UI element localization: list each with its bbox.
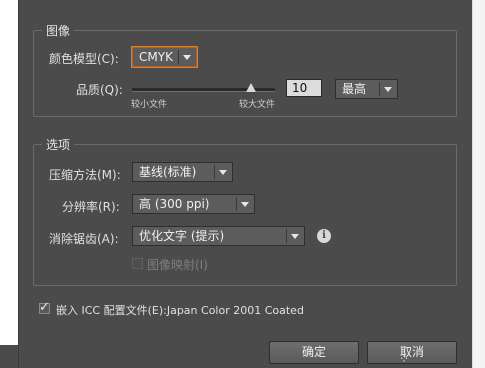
compression-label: 压缩方法(M): — [49, 168, 121, 182]
jpeg-options-dialog: 图像 颜色模型(C): CMYK 品质(Q): 10 最高 较小文件 较大文件 … — [18, 0, 474, 368]
ok-button[interactable]: 确定 — [269, 341, 359, 364]
chevron-down-icon — [291, 234, 299, 239]
resolution-label: 分辨率(R): — [62, 200, 120, 214]
dropdown-separator — [178, 50, 179, 64]
dropdown-separator — [236, 197, 237, 211]
dropdown-separator — [286, 229, 287, 243]
color-model-dropdown[interactable]: CMYK — [132, 47, 197, 67]
quality-preset-value: 最高 — [342, 82, 367, 96]
scrollbar-area — [472, 0, 485, 368]
antialias-value: 优化文字 (提示) — [139, 229, 225, 243]
quality-min-label: 较小文件 — [131, 100, 168, 110]
chevron-down-icon — [183, 55, 191, 60]
compression-dropdown[interactable]: 基线(标准) — [132, 162, 233, 182]
embed-icc-label[interactable]: 嵌入 ICC 配置文件(E):Japan Color 2001 Coated — [56, 302, 304, 318]
checkmark-icon: ✓ — [39, 300, 50, 315]
color-model-value: CMYK — [139, 50, 173, 64]
chevron-down-icon — [384, 87, 392, 92]
resolution-dropdown[interactable]: 高 (300 ppi) — [132, 194, 255, 214]
dropdown-separator — [379, 82, 380, 96]
watermark-paw-icon: ⁘ — [399, 352, 410, 366]
dropdown-separator — [214, 165, 215, 179]
quality-label: 品质(Q): — [76, 83, 123, 97]
quality-max-label: 较大文件 — [239, 100, 276, 110]
window-edge — [0, 345, 18, 368]
image-map-checkbox — [132, 258, 143, 269]
quality-value-field[interactable]: 10 — [286, 79, 322, 97]
image-group-title: 图像 — [42, 22, 75, 39]
antialias-dropdown[interactable]: 优化文字 (提示) — [132, 226, 305, 246]
antialias-label: 消除锯齿(A): — [49, 232, 119, 246]
image-map-label: 图像映射(I) — [147, 258, 208, 272]
compression-value: 基线(标准) — [139, 165, 197, 179]
color-model-label: 颜色模型(C): — [49, 52, 119, 66]
quality-slider-thumb[interactable] — [246, 83, 257, 92]
cancel-button[interactable]: 取消 — [367, 341, 457, 364]
resolution-value: 高 (300 ppi) — [139, 197, 210, 211]
chevron-down-icon — [241, 202, 249, 207]
chevron-down-icon — [219, 170, 227, 175]
info-icon[interactable]: i — [317, 229, 331, 243]
options-group-title: 选项 — [42, 136, 75, 153]
quality-preset-dropdown[interactable]: 最高 — [335, 79, 398, 99]
